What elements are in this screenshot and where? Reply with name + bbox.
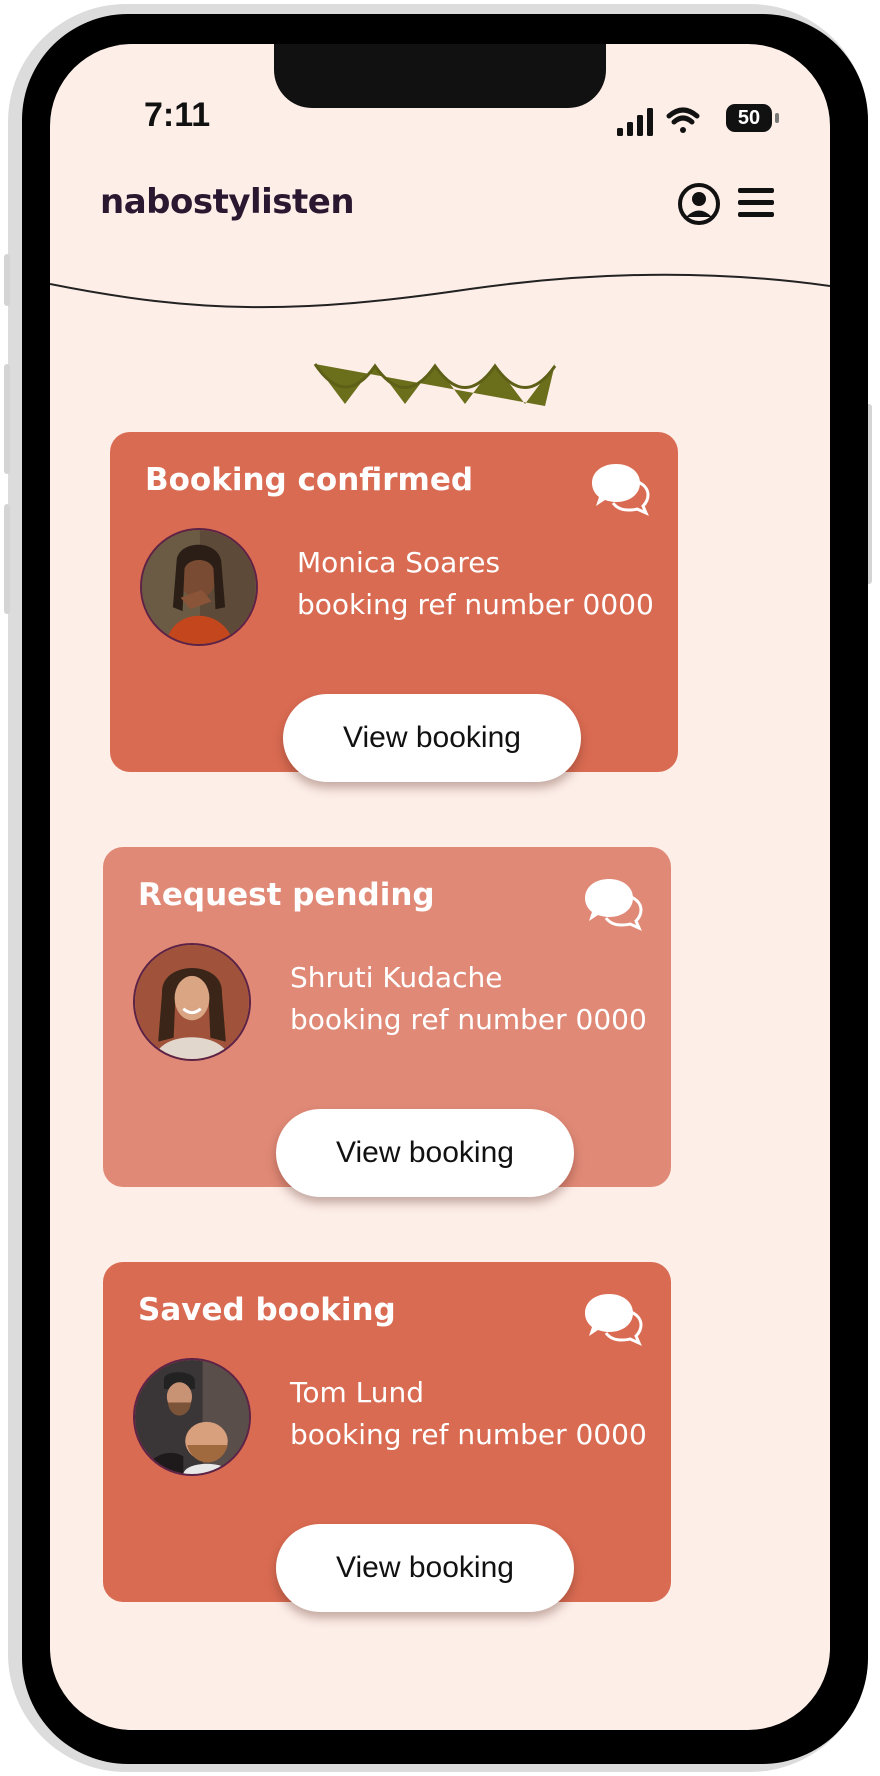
booking-card-pending[interactable]: Request pending Shruti Kudache booking r…: [103, 847, 671, 1197]
volume-down-button: [4, 504, 10, 614]
wifi-icon: [666, 107, 700, 133]
brand-logo[interactable]: nabostylisten: [100, 182, 355, 222]
booking-status-title: Booking confirmed: [145, 462, 474, 498]
stylist-name: Shruti Kudache: [290, 961, 503, 994]
avatar: [133, 943, 251, 1061]
view-booking-button[interactable]: View booking: [276, 1524, 574, 1612]
booking-card-saved[interactable]: Saved booking Tom Lund booking ref numbe…: [103, 1262, 671, 1612]
booking-status-title: Saved booking: [138, 1292, 396, 1328]
zigzag-decoration: [313, 363, 557, 406]
stylist-name: Tom Lund: [290, 1376, 425, 1409]
view-booking-button[interactable]: View booking: [276, 1109, 574, 1197]
battery-icon: 50: [726, 104, 772, 132]
hamburger-menu-icon[interactable]: [736, 186, 776, 220]
cellular-signal-icon: [617, 108, 653, 136]
booking-ref: booking ref number 0000: [290, 1003, 647, 1036]
user-circle-icon[interactable]: [677, 182, 721, 226]
stylist-name: Monica Soares: [297, 546, 501, 579]
mute-switch: [4, 254, 10, 306]
avatar: [133, 1358, 251, 1476]
avatar: [140, 528, 258, 646]
booking-ref: booking ref number 0000: [290, 1418, 647, 1451]
booking-ref: booking ref number 0000: [297, 588, 654, 621]
chat-bubbles-icon[interactable]: [583, 875, 643, 931]
app-screen: 7:11 50 nabostylisten Booking confirmed …: [50, 44, 830, 1730]
chat-bubbles-icon[interactable]: [583, 1290, 643, 1346]
booking-status-title: Request pending: [138, 877, 435, 913]
header-wave-divider: [50, 273, 830, 309]
dynamic-island: [274, 44, 606, 108]
chat-bubbles-icon[interactable]: [590, 460, 650, 516]
volume-up-button: [4, 364, 10, 474]
status-time: 7:11: [144, 96, 211, 134]
battery-tip: [775, 113, 779, 123]
booking-card-confirmed[interactable]: Booking confirmed Monica Soares booking …: [110, 432, 678, 782]
view-booking-button[interactable]: View booking: [283, 694, 581, 782]
